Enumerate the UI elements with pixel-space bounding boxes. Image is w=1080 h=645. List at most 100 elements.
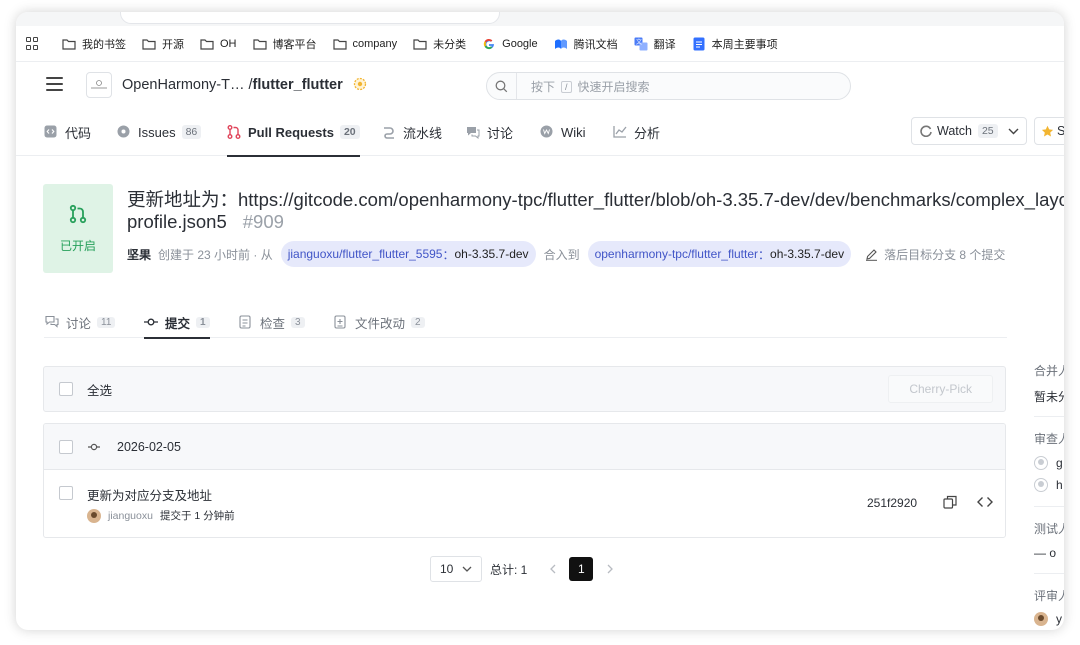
group-checkbox[interactable] [59, 439, 73, 454]
bookmark-label: company [352, 37, 398, 50]
tab-commits[interactable]: 提交 1 [144, 306, 210, 339]
merge-into-label: 合入到 [543, 247, 580, 262]
commit-message[interactable]: 更新为对应分支及地址 [87, 485, 212, 504]
svg-text:文: 文 [636, 38, 642, 46]
pr-author[interactable]: 坚果 [127, 246, 151, 263]
tab-checks[interactable]: 检查 3 [239, 306, 305, 338]
tab-count: 3 [291, 316, 305, 328]
repo-link[interactable]: flutter_flutter [253, 77, 343, 93]
org-logo[interactable] [86, 72, 112, 98]
tab-discussion-pr[interactable]: 讨论 11 [45, 306, 116, 338]
star-label: S [1057, 124, 1064, 138]
org-link[interactable]: OpenHarmony-T… [122, 77, 244, 93]
tab-wiki[interactable]: Wiki [540, 108, 586, 156]
bookmark-label: 腾讯文档 [573, 38, 618, 51]
target-branch-pill[interactable]: openharmony-tpc/flutter_flutter： oh-3.35.… [587, 241, 852, 267]
star-icon [1041, 125, 1054, 138]
reviewer-label: 审查人 [1034, 432, 1064, 446]
reviewer-name[interactable]: h [1056, 478, 1063, 492]
bookmark-label: 我的书签 [82, 38, 126, 51]
tester-value[interactable]: — o [1034, 546, 1056, 560]
merger-value[interactable]: 暂未分配 [1034, 388, 1064, 405]
bookmark-oh[interactable]: OH [200, 32, 245, 56]
bookmark-company[interactable]: company [332, 32, 406, 56]
folder-icon [200, 37, 214, 51]
reviewer-name[interactable]: g [1056, 456, 1063, 470]
tab-pipeline[interactable]: 流水线 [382, 108, 442, 156]
tab-label: 讨论 [66, 316, 92, 331]
avatar [87, 508, 101, 523]
current-page-button[interactable]: 1 [569, 557, 594, 581]
star-button[interactable]: S [1034, 117, 1064, 145]
folder-icon [332, 37, 347, 51]
site-header: OpenHarmony-T… /flutter_flutter 按下 / 快速开启搜… [16, 62, 1064, 108]
copy-icon[interactable] [943, 495, 957, 509]
bookmark-translate[interactable]: 文 翻译 [634, 32, 684, 56]
merger-label: 合并人 [1034, 364, 1064, 378]
tab-label: 提交 [165, 316, 191, 331]
bookmark-label: 翻译 [653, 38, 676, 51]
tab-analytics[interactable]: 分析 [613, 108, 660, 156]
pipeline-icon [382, 125, 396, 139]
commit-meta: jianguoxu 提交于 1 分钟前 [87, 508, 235, 523]
bookmark-label: 博客平台 [272, 38, 317, 51]
commit-sha[interactable]: 251f2920 [867, 496, 917, 510]
commit-group: 2026-02-05 更新为对应分支及地址 jianguoxu 提交于 1 分钟… [43, 423, 1006, 538]
bookmark-blog[interactable]: 博客平台 [252, 32, 325, 56]
select-all-checkbox[interactable] [59, 382, 73, 396]
chevron-down-icon [1008, 128, 1019, 135]
bookmark-uncategorized[interactable]: 未分类 [413, 32, 474, 56]
repo-nav: 代码 Issues 86 Pull Requests 20 流水线 讨论 Wik… [16, 108, 1064, 157]
commit-toolbar: 全选 Cherry-Pick [43, 366, 1006, 412]
commit-time: 提交于 1 分钟前 [159, 510, 235, 522]
page-size-select[interactable]: 10 [430, 556, 482, 582]
browse-code-icon[interactable] [977, 495, 993, 509]
apps-grid-icon[interactable] [26, 36, 40, 51]
code-icon [44, 125, 58, 139]
pr-created: 创建于 23 小时前 · 从 [158, 247, 273, 262]
bookmark-tencent-docs[interactable]: 腾讯文档 [554, 32, 626, 56]
bookmark-label: OH [220, 37, 237, 50]
tab-discussion[interactable]: 讨论 [466, 108, 513, 156]
cherry-pick-button[interactable]: Cherry-Pick [888, 375, 993, 403]
edit-icon[interactable] [865, 248, 878, 261]
tab-code[interactable]: 代码 [44, 108, 91, 156]
commit-group-header: 2026-02-05 [44, 424, 1005, 470]
tab-label: 讨论 [487, 125, 514, 141]
bookmark-my-bookmarks[interactable]: 我的书签 [62, 32, 134, 56]
bookmark-google[interactable]: Google [482, 32, 545, 56]
bookmark-weekly-items[interactable]: 本周主要事项 [692, 32, 786, 56]
behind-target-text: 落后目标分支 8 个提交 [884, 247, 1006, 262]
commit-author[interactable]: jianguoxu [108, 510, 153, 522]
tencent-docs-icon [554, 37, 568, 51]
bookmarks-bar: 我的书签 开源 OH 博客平台 company 未分类 Google 腾讯文档 [16, 26, 1064, 62]
address-bar[interactable] [16, 12, 1064, 26]
search-placeholder: 按下 / 快速开启搜索 [531, 79, 650, 94]
menu-icon[interactable] [46, 77, 63, 91]
tab-files-changed[interactable]: 文件改动 2 [334, 306, 425, 338]
tab-issues[interactable]: Issues 86 [117, 108, 202, 156]
list-item: 更新为对应分支及地址 jianguoxu 提交于 1 分钟前 251f2920 [44, 470, 1005, 537]
file-diff-icon [334, 315, 348, 329]
source-branch-pill[interactable]: jianguoxu/flutter_flutter_5595： oh-3.35.7… [280, 241, 536, 267]
commit-checkbox[interactable] [59, 486, 73, 500]
pr-meta: 坚果 创建于 23 小时前 · 从 jianguoxu/flutter_flut… [127, 240, 1005, 268]
tab-pull-requests[interactable]: Pull Requests 20 [227, 108, 360, 157]
bookmark-opensource[interactable]: 开源 [142, 32, 192, 56]
chevron-down-icon [462, 566, 472, 572]
bookmark-label: 开源 [162, 38, 184, 51]
next-page-icon[interactable] [603, 564, 617, 574]
search-icon [487, 73, 517, 99]
avatar [1034, 612, 1048, 626]
watch-button[interactable]: Watch 25 [911, 117, 1027, 145]
pr-title: 更新地址为：https://gitcode.com/openharmony-tp… [127, 189, 1064, 233]
search-input[interactable]: 按下 / 快速开启搜索 [486, 72, 851, 100]
tab-label: 检查 [260, 316, 286, 331]
pull-request-icon [227, 125, 241, 139]
tab-label: 分析 [634, 125, 661, 141]
prev-page-icon[interactable] [545, 564, 559, 574]
tab-count: 86 [181, 125, 202, 139]
pr-tabs: 讨论 11 提交 1 检查 3 文件改动 2 [44, 306, 1007, 339]
pr-open-icon [68, 204, 88, 229]
commenter-name[interactable]: y [1056, 612, 1062, 626]
